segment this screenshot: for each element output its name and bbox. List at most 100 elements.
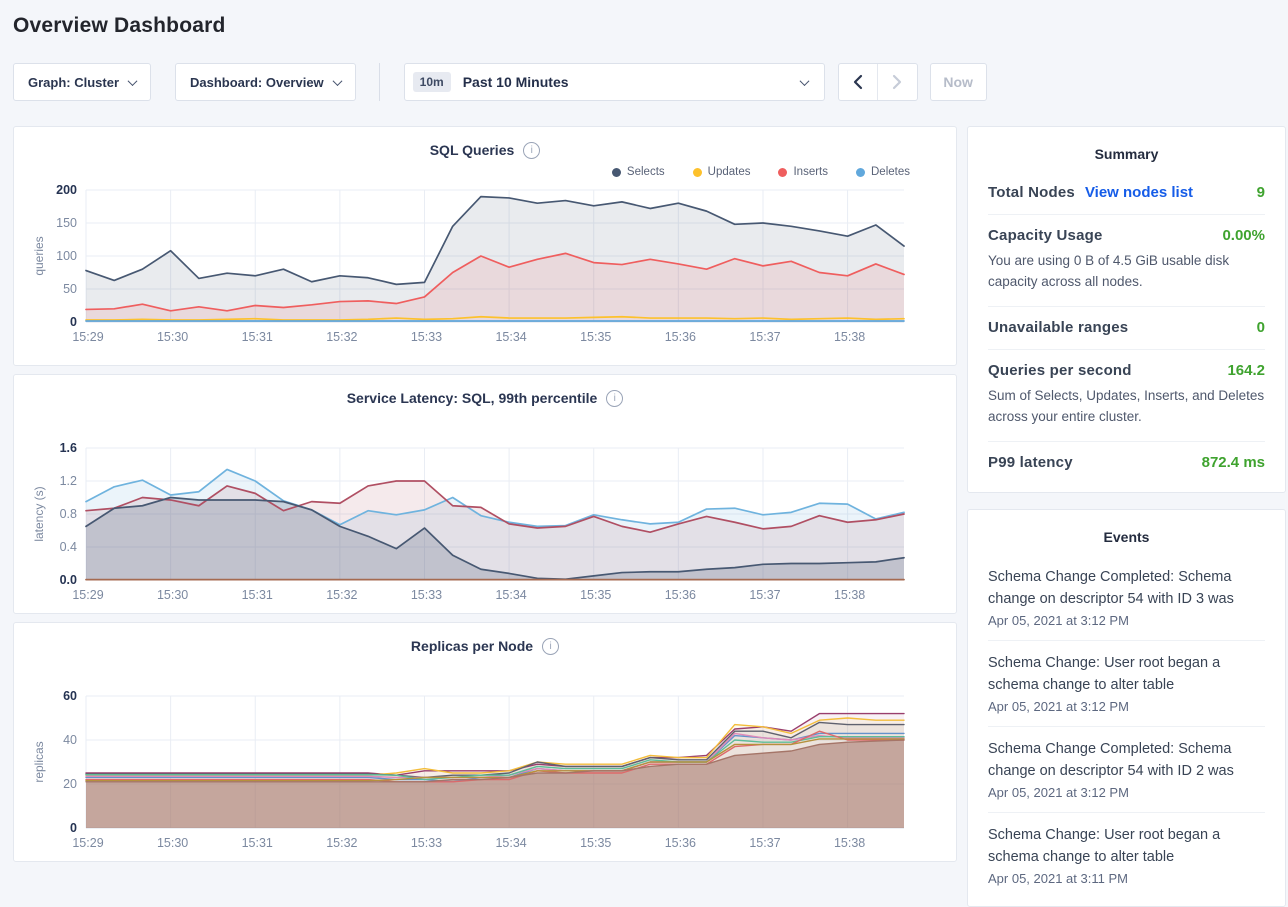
time-range-label: Past 10 Minutes xyxy=(463,74,569,90)
svg-text:0.4: 0.4 xyxy=(60,540,77,554)
dashboard-dropdown[interactable]: Dashboard: Overview xyxy=(175,63,356,101)
info-icon[interactable]: i xyxy=(542,638,559,655)
time-range-dropdown[interactable]: 10m Past 10 Minutes xyxy=(404,63,825,101)
svg-text:15:30: 15:30 xyxy=(157,330,188,344)
summary-title: Summary xyxy=(988,142,1265,172)
chevron-right-icon xyxy=(892,74,902,90)
summary-panel: Summary Total Nodes View nodes list 9 Ca… xyxy=(967,126,1286,493)
svg-text:15:33: 15:33 xyxy=(411,588,442,602)
svg-text:15:34: 15:34 xyxy=(495,588,526,602)
svg-text:1.2: 1.2 xyxy=(60,474,77,488)
chevron-left-icon xyxy=(853,74,863,90)
legend-label: Selects xyxy=(627,166,665,178)
info-icon[interactable]: i xyxy=(606,390,623,407)
chevron-down-icon xyxy=(799,76,809,86)
page-title: Overview Dashboard xyxy=(13,14,1288,38)
charts-column: SQL Queries i Selects Updates Inserts xyxy=(13,126,957,907)
svg-text:15:31: 15:31 xyxy=(242,588,273,602)
summary-row-qps: Queries per second 164.2 Sum of Selects,… xyxy=(988,349,1265,441)
event-text: Schema Change: User root began a schema … xyxy=(988,824,1265,868)
chart-title: Replicas per Node xyxy=(411,638,533,654)
svg-text:15:37: 15:37 xyxy=(749,836,780,850)
svg-text:100: 100 xyxy=(56,249,77,263)
svg-text:15:36: 15:36 xyxy=(665,588,696,602)
unavailable-ranges-label: Unavailable ranges xyxy=(988,319,1128,336)
svg-text:15:33: 15:33 xyxy=(411,836,442,850)
legend-dot xyxy=(693,168,702,177)
replicas-per-node-plot[interactable]: 15:2915:3015:3115:3215:3315:3415:3515:36… xyxy=(30,686,940,863)
qps-label: Queries per second xyxy=(988,362,1132,379)
svg-text:50: 50 xyxy=(63,282,77,296)
svg-text:20: 20 xyxy=(63,777,77,791)
capacity-note: You are using 0 B of 4.5 GiB usable disk… xyxy=(988,251,1265,293)
svg-text:0.8: 0.8 xyxy=(60,507,77,521)
legend-label: Updates xyxy=(708,166,751,178)
chart-title: Service Latency: SQL, 99th percentile xyxy=(347,390,598,406)
event-time: Apr 05, 2021 at 3:11 PM xyxy=(988,871,1265,886)
view-nodes-list-link[interactable]: View nodes list xyxy=(1085,184,1193,201)
total-nodes-value: 9 xyxy=(1257,184,1265,201)
svg-text:15:31: 15:31 xyxy=(242,836,273,850)
event-item: Schema Change Completed: Schema change o… xyxy=(988,726,1265,812)
svg-text:15:36: 15:36 xyxy=(665,330,696,344)
chevron-down-icon xyxy=(128,76,138,86)
svg-text:15:38: 15:38 xyxy=(834,330,865,344)
svg-text:queries: queries xyxy=(32,236,46,275)
svg-text:15:30: 15:30 xyxy=(157,836,188,850)
dashboard-toolbar: Graph: Cluster Dashboard: Overview 10m P… xyxy=(13,63,1288,101)
svg-text:15:29: 15:29 xyxy=(72,588,103,602)
summary-row-capacity: Capacity Usage 0.00% You are using 0 B o… xyxy=(988,214,1265,306)
capacity-label: Capacity Usage xyxy=(988,227,1103,244)
svg-text:0: 0 xyxy=(70,315,77,329)
event-time: Apr 05, 2021 at 3:12 PM xyxy=(988,699,1265,714)
svg-text:15:30: 15:30 xyxy=(157,588,188,602)
event-item: Schema Change: User root began a schema … xyxy=(988,640,1265,726)
legend-dot xyxy=(778,168,787,177)
svg-text:60: 60 xyxy=(63,689,77,703)
overview-dashboard-page: Overview Dashboard Graph: Cluster Dashbo… xyxy=(0,0,1288,907)
chart-title-row: SQL Queries i xyxy=(30,140,940,160)
svg-text:200: 200 xyxy=(56,183,77,197)
time-step-buttons xyxy=(838,63,918,101)
info-icon[interactable]: i xyxy=(523,142,540,159)
svg-text:40: 40 xyxy=(63,733,77,747)
svg-text:15:33: 15:33 xyxy=(411,330,442,344)
dashboard-dropdown-label: Dashboard: Overview xyxy=(190,75,324,90)
events-panel: Events Schema Change Completed: Schema c… xyxy=(967,509,1286,907)
qps-value: 164.2 xyxy=(1227,362,1265,379)
sidebar: Summary Total Nodes View nodes list 9 Ca… xyxy=(967,126,1286,907)
legend-item-updates: Updates xyxy=(693,164,751,180)
chart-title: SQL Queries xyxy=(430,142,515,158)
unavailable-ranges-value: 0 xyxy=(1257,319,1265,336)
svg-text:15:34: 15:34 xyxy=(495,836,526,850)
content-area: SQL Queries i Selects Updates Inserts xyxy=(13,126,1288,907)
svg-text:15:37: 15:37 xyxy=(749,330,780,344)
svg-text:latency (s): latency (s) xyxy=(32,486,46,541)
chart-title-row: Replicas per Node i xyxy=(30,636,940,656)
graph-dropdown[interactable]: Graph: Cluster xyxy=(13,63,151,101)
qps-note: Sum of Selects, Updates, Inserts, and De… xyxy=(988,386,1265,428)
chevron-down-icon xyxy=(332,76,342,86)
svg-text:15:29: 15:29 xyxy=(72,836,103,850)
legend-dot xyxy=(856,168,865,177)
time-range-badge: 10m xyxy=(413,72,451,92)
svg-text:15:29: 15:29 xyxy=(72,330,103,344)
now-button[interactable]: Now xyxy=(930,63,987,101)
prev-time-button[interactable] xyxy=(839,64,878,100)
svg-text:15:32: 15:32 xyxy=(326,330,357,344)
graph-dropdown-label: Graph: Cluster xyxy=(28,75,119,90)
next-time-button[interactable] xyxy=(878,64,917,100)
event-time: Apr 05, 2021 at 3:12 PM xyxy=(988,613,1265,628)
event-text: Schema Change: User root began a schema … xyxy=(988,652,1265,696)
svg-text:15:32: 15:32 xyxy=(326,588,357,602)
svg-text:15:38: 15:38 xyxy=(834,588,865,602)
svg-text:0: 0 xyxy=(70,821,77,835)
replicas-per-node-chart-card: Replicas per Node i 15:2915:3015:3115:32… xyxy=(13,622,957,862)
service-latency-chart-card: Service Latency: SQL, 99th percentile i … xyxy=(13,374,957,614)
capacity-value: 0.00% xyxy=(1222,227,1265,244)
event-text: Schema Change Completed: Schema change o… xyxy=(988,738,1265,782)
svg-text:15:36: 15:36 xyxy=(665,836,696,850)
sql-queries-plot[interactable]: 15:2915:3015:3115:3215:3315:3415:3515:36… xyxy=(30,180,940,357)
svg-text:15:38: 15:38 xyxy=(834,836,865,850)
service-latency-plot[interactable]: 15:2915:3015:3115:3215:3315:3415:3515:36… xyxy=(30,438,940,615)
